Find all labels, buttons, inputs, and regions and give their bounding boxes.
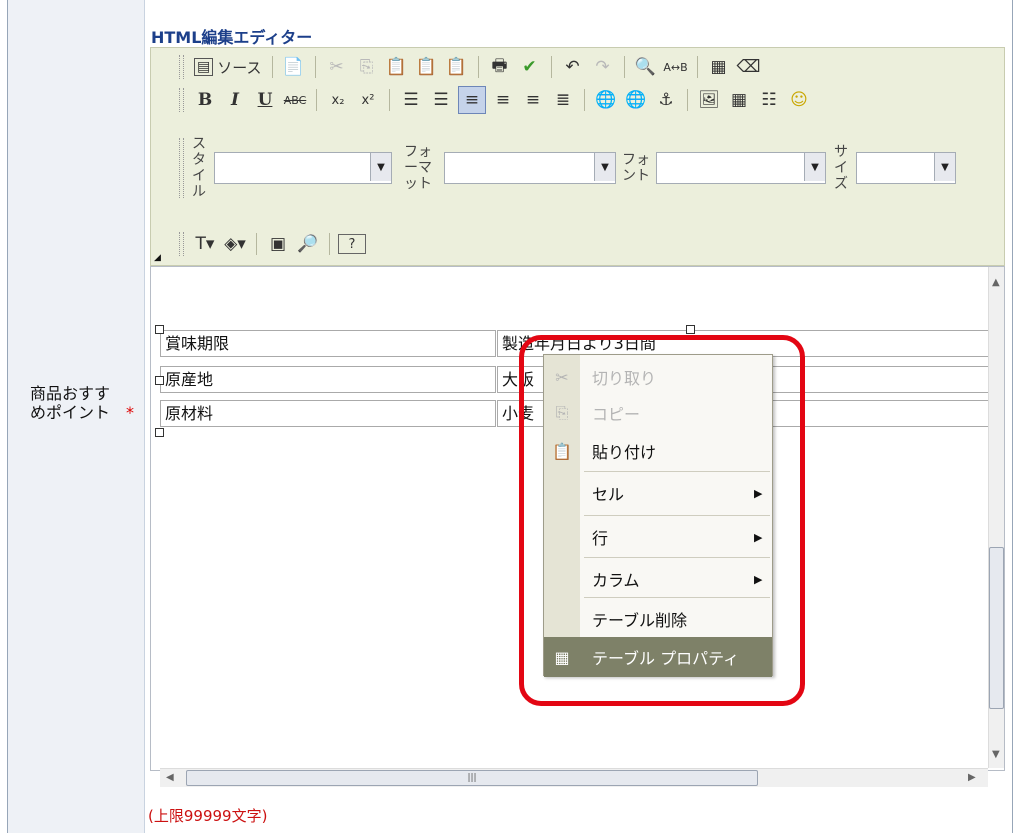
toolbar-row-4: T▾ ◈▾ ▣ 🔎 ? [151,228,368,260]
redo-icon[interactable]: ↷ [590,54,616,80]
image-icon[interactable]: 🖼 [696,87,722,113]
align-center-icon[interactable]: ≡ [490,87,516,113]
field-label-text: 商品おすすめポイント [30,384,111,422]
link-icon[interactable]: 🌐 [593,87,619,113]
paste-word-icon[interactable]: 📋 [444,54,470,80]
table-cell[interactable]: 原材料 [160,400,496,427]
table-cell[interactable]: 賞味期限 [160,330,496,357]
collapse-toolbar-icon[interactable]: ◢ [154,253,161,263]
table-cell[interactable]: 原産地 [160,366,496,393]
table-icon[interactable]: ▦ [726,87,752,113]
style-select[interactable]: ▼ [214,152,392,184]
editor-title: HTML編集エディター [151,28,313,47]
toolbar-grip [179,88,184,112]
toolbar-grip [179,55,184,79]
label-cell: 商品おすすめポイント * [8,0,145,833]
horizontal-scrollbar[interactable]: ◀ ||| ▶ [160,768,988,787]
print-icon[interactable]: 🖶 [487,54,513,80]
toolbar-separator [687,89,688,111]
anchor-icon[interactable]: ⚓ [653,87,679,113]
background-color-icon[interactable]: ◈▾ [222,231,248,257]
toolbar-separator [477,56,479,78]
toolbar-grip [179,138,184,198]
required-mark: * [126,403,134,422]
toolbar-grip [179,232,184,256]
source-button[interactable]: ▤ ソース [190,54,266,80]
toolbar-separator [329,233,330,255]
resize-handle[interactable] [155,376,164,385]
eraser-icon[interactable]: ⌫ [736,54,762,80]
toolbar-separator [584,89,585,111]
unlink-icon[interactable]: 🌐 [623,87,649,113]
scroll-down-icon[interactable]: ▼ [992,749,1000,760]
bulleted-list-icon[interactable]: ☰ [428,87,454,113]
format-select[interactable]: ▼ [444,152,616,184]
scroll-right-icon[interactable]: ▶ [968,772,976,783]
size-label: サイズ [834,144,848,192]
underline-button[interactable]: U [252,87,278,113]
italic-button[interactable]: I [222,87,248,113]
smiley-icon[interactable]: ☺ [786,87,812,113]
chevron-down-icon[interactable]: ▼ [804,153,825,181]
source-label: ソース [217,58,262,77]
editor-toolbar: ▤ ソース 📄 ✂ ⎘ 📋 📋 📋 🖶 ✔ ↶ ↷ 🔍 A↔B ▦ ⌫ B I … [150,47,1005,266]
font-select[interactable]: ▼ [656,152,826,184]
preview-icon[interactable]: 🔎 [295,231,321,257]
align-justify-icon[interactable]: ≣ [550,87,576,113]
resize-handle[interactable] [686,325,695,334]
toolbar-separator [314,56,316,78]
style-label: スタイル [192,136,206,200]
toolbar-separator [696,56,698,78]
vertical-scroll-thumb[interactable] [989,547,1004,709]
find-icon[interactable]: 🔍 [633,54,659,80]
toolbar-separator [623,56,625,78]
text-color-icon[interactable]: T▾ [192,231,218,257]
toolbar-row-3: スタイル ▼ フォーマット ▼ フォント ▼ サイズ ▼ [151,128,962,208]
toolbar-separator [256,233,257,255]
source-icon: ▤ [194,58,214,76]
font-label: フォント [622,152,650,184]
strikethrough-button[interactable]: ABC [282,87,308,113]
resize-handle[interactable] [155,428,164,437]
chevron-down-icon[interactable]: ▼ [370,153,391,181]
size-select[interactable]: ▼ [856,152,956,184]
paste-icon[interactable]: 📋 [384,54,410,80]
toolbar-row-2: B I U ABC x₂ x² ☰ ☰ ≡ ≡ ≡ ≣ 🌐 🌐 ⚓ 🖼 ▦ ☷ … [151,84,814,116]
chevron-down-icon[interactable]: ▼ [934,153,955,181]
vertical-scrollbar[interactable]: ▲ ▼ [988,267,1004,768]
spellcheck-icon[interactable]: ✔ [517,54,543,80]
chevron-down-icon[interactable]: ▼ [594,153,615,181]
subscript-icon[interactable]: x₂ [325,87,351,113]
format-label: フォーマット [404,144,432,192]
resize-handle[interactable] [155,325,164,334]
toolbar-separator [271,56,273,78]
align-right-icon[interactable]: ≡ [520,87,546,113]
horizontal-scroll-thumb[interactable]: ||| [186,770,758,786]
select-all-icon[interactable]: ▦ [706,54,732,80]
highlight-annotation [519,335,805,706]
toolbar-separator [389,89,390,111]
show-blocks-icon[interactable]: ▣ [265,231,291,257]
superscript-icon[interactable]: x² [355,87,381,113]
toolbar-row-1: ▤ ソース 📄 ✂ ⎘ 📋 📋 📋 🖶 ✔ ↶ ↷ 🔍 A↔B ▦ ⌫ [151,51,764,83]
character-limit-note: (上限99999文字) [148,807,268,825]
align-left-icon[interactable]: ≡ [458,86,486,114]
field-label: 商品おすすめポイント * [30,384,140,422]
paste-text-icon[interactable]: 📋 [414,54,440,80]
cut-icon[interactable]: ✂ [324,54,350,80]
document-icon[interactable]: 📄 [281,54,307,80]
scroll-left-icon[interactable]: ◀ [166,772,174,783]
bold-button[interactable]: B [192,87,218,113]
scroll-up-icon[interactable]: ▲ [992,277,1000,288]
toolbar-separator [316,89,317,111]
undo-icon[interactable]: ↶ [560,54,586,80]
horizontal-rule-icon[interactable]: ☷ [756,87,782,113]
copy-icon[interactable]: ⎘ [354,54,380,80]
replace-icon[interactable]: A↔B [663,54,689,80]
help-icon[interactable]: ? [338,234,366,254]
numbered-list-icon[interactable]: ☰ [398,87,424,113]
toolbar-separator [550,56,552,78]
